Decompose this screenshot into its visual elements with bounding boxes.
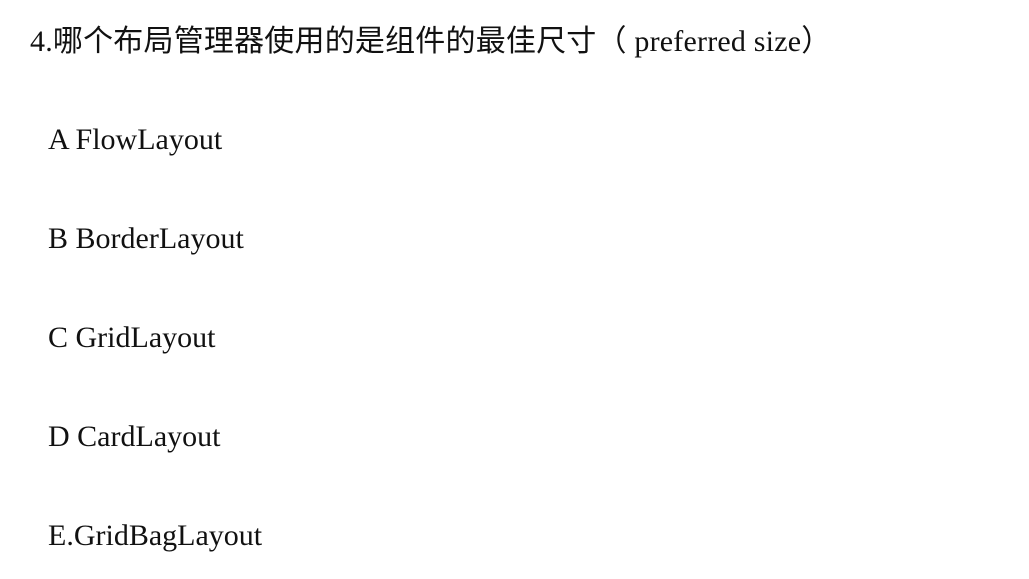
option-separator xyxy=(68,123,76,156)
option-b: B BorderLayout xyxy=(48,219,262,259)
option-letter: B xyxy=(48,222,69,255)
question-text: 4.哪个布局管理器使用的是组件的最佳尺寸（ preferred size） xyxy=(30,25,832,58)
option-text: CardLayout xyxy=(77,420,221,453)
option-separator xyxy=(68,321,76,354)
option-letter: A xyxy=(48,123,69,156)
option-text: BorderLayout xyxy=(75,222,244,255)
options-list: A FlowLayout B BorderLayout C GridLayout… xyxy=(48,120,262,556)
option-a: A FlowLayout xyxy=(48,120,262,160)
option-separator: . xyxy=(66,519,74,552)
option-text: FlowLayout xyxy=(75,123,223,156)
option-letter: C xyxy=(48,321,69,354)
option-text: GridBagLayout xyxy=(73,519,263,552)
option-c: C GridLayout xyxy=(48,318,262,358)
option-d: D CardLayout xyxy=(48,417,262,457)
option-e: E.GridBagLayout xyxy=(48,516,262,556)
option-letter: D xyxy=(48,420,70,453)
option-text: GridLayout xyxy=(75,321,216,354)
option-separator xyxy=(68,222,76,255)
option-letter: E xyxy=(48,519,67,552)
